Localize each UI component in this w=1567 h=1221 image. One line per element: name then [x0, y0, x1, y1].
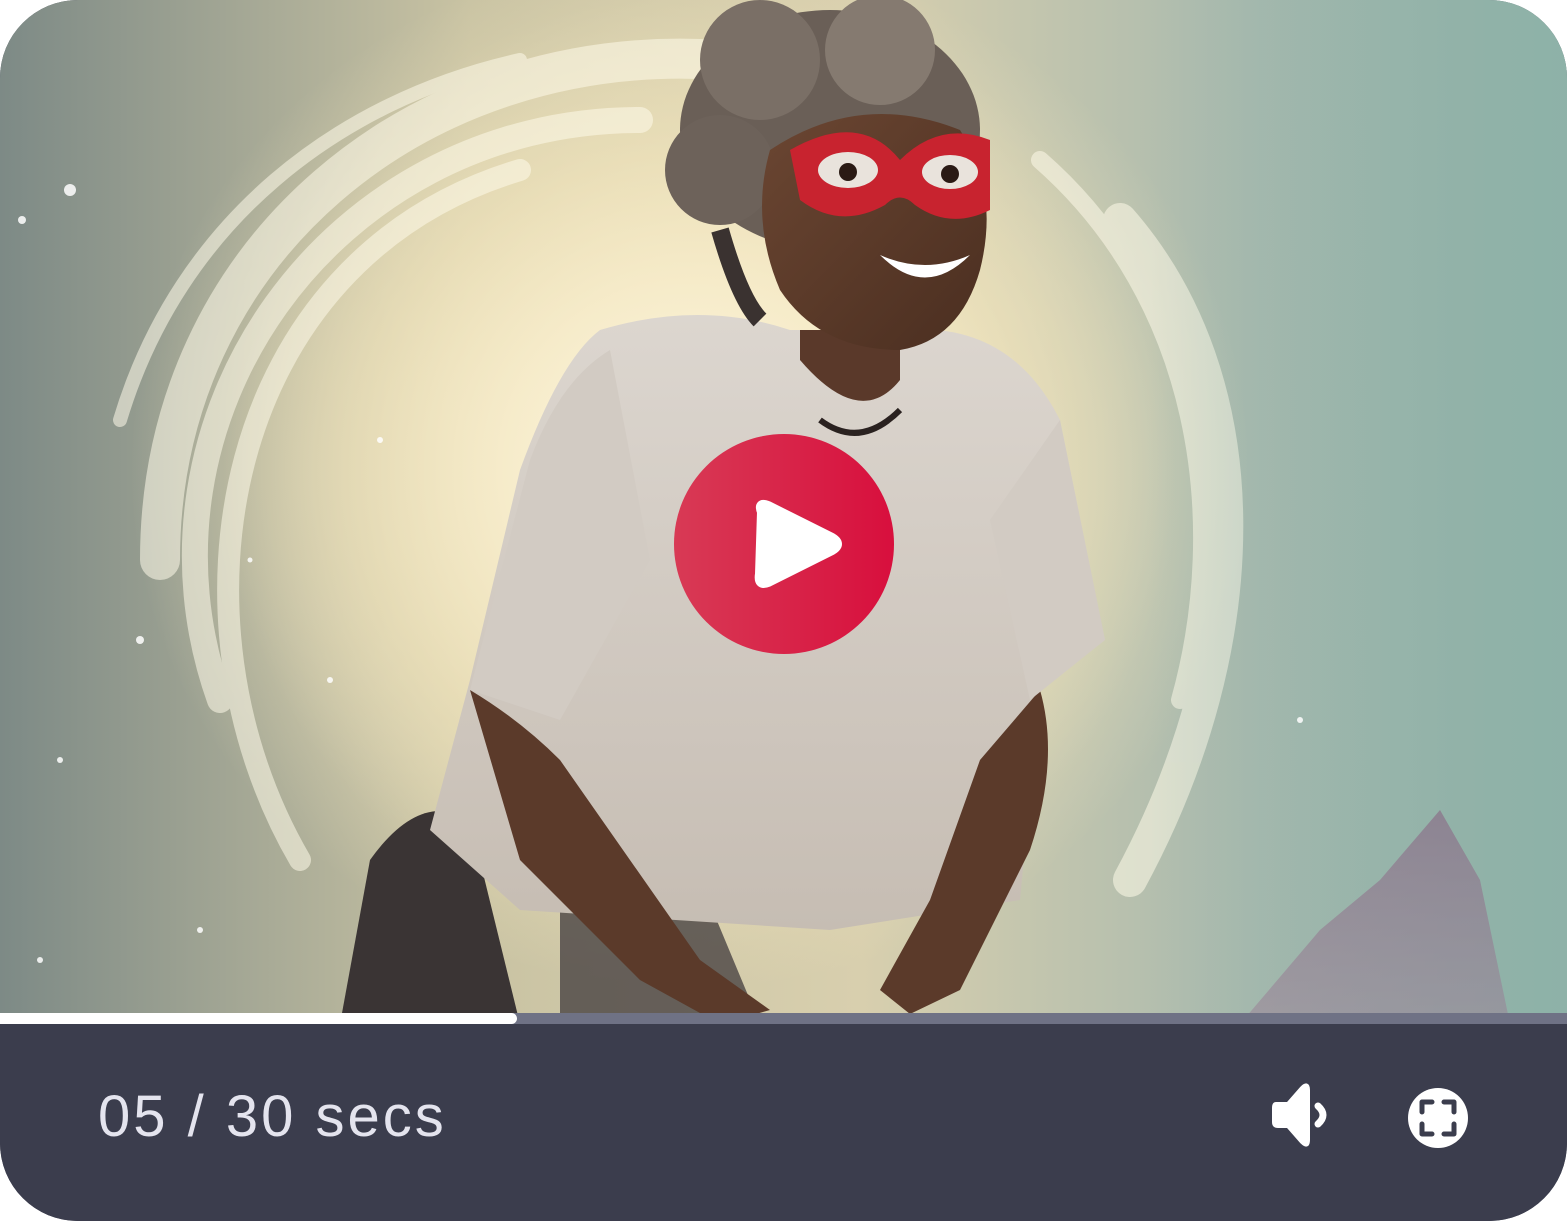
time-display: 05 / 30 secs — [98, 1084, 447, 1149]
play-icon — [754, 499, 842, 588]
volume-icon — [1272, 1083, 1327, 1147]
progress-bar-fill — [0, 1013, 518, 1024]
fullscreen-button[interactable] — [1406, 1086, 1470, 1150]
play-button[interactable] — [674, 434, 894, 654]
fullscreen-icon — [1408, 1088, 1468, 1148]
volume-button[interactable] — [1270, 1082, 1334, 1148]
progress-bar[interactable] — [0, 1013, 1567, 1024]
video-player: 05 / 30 secs — [0, 0, 1567, 1221]
